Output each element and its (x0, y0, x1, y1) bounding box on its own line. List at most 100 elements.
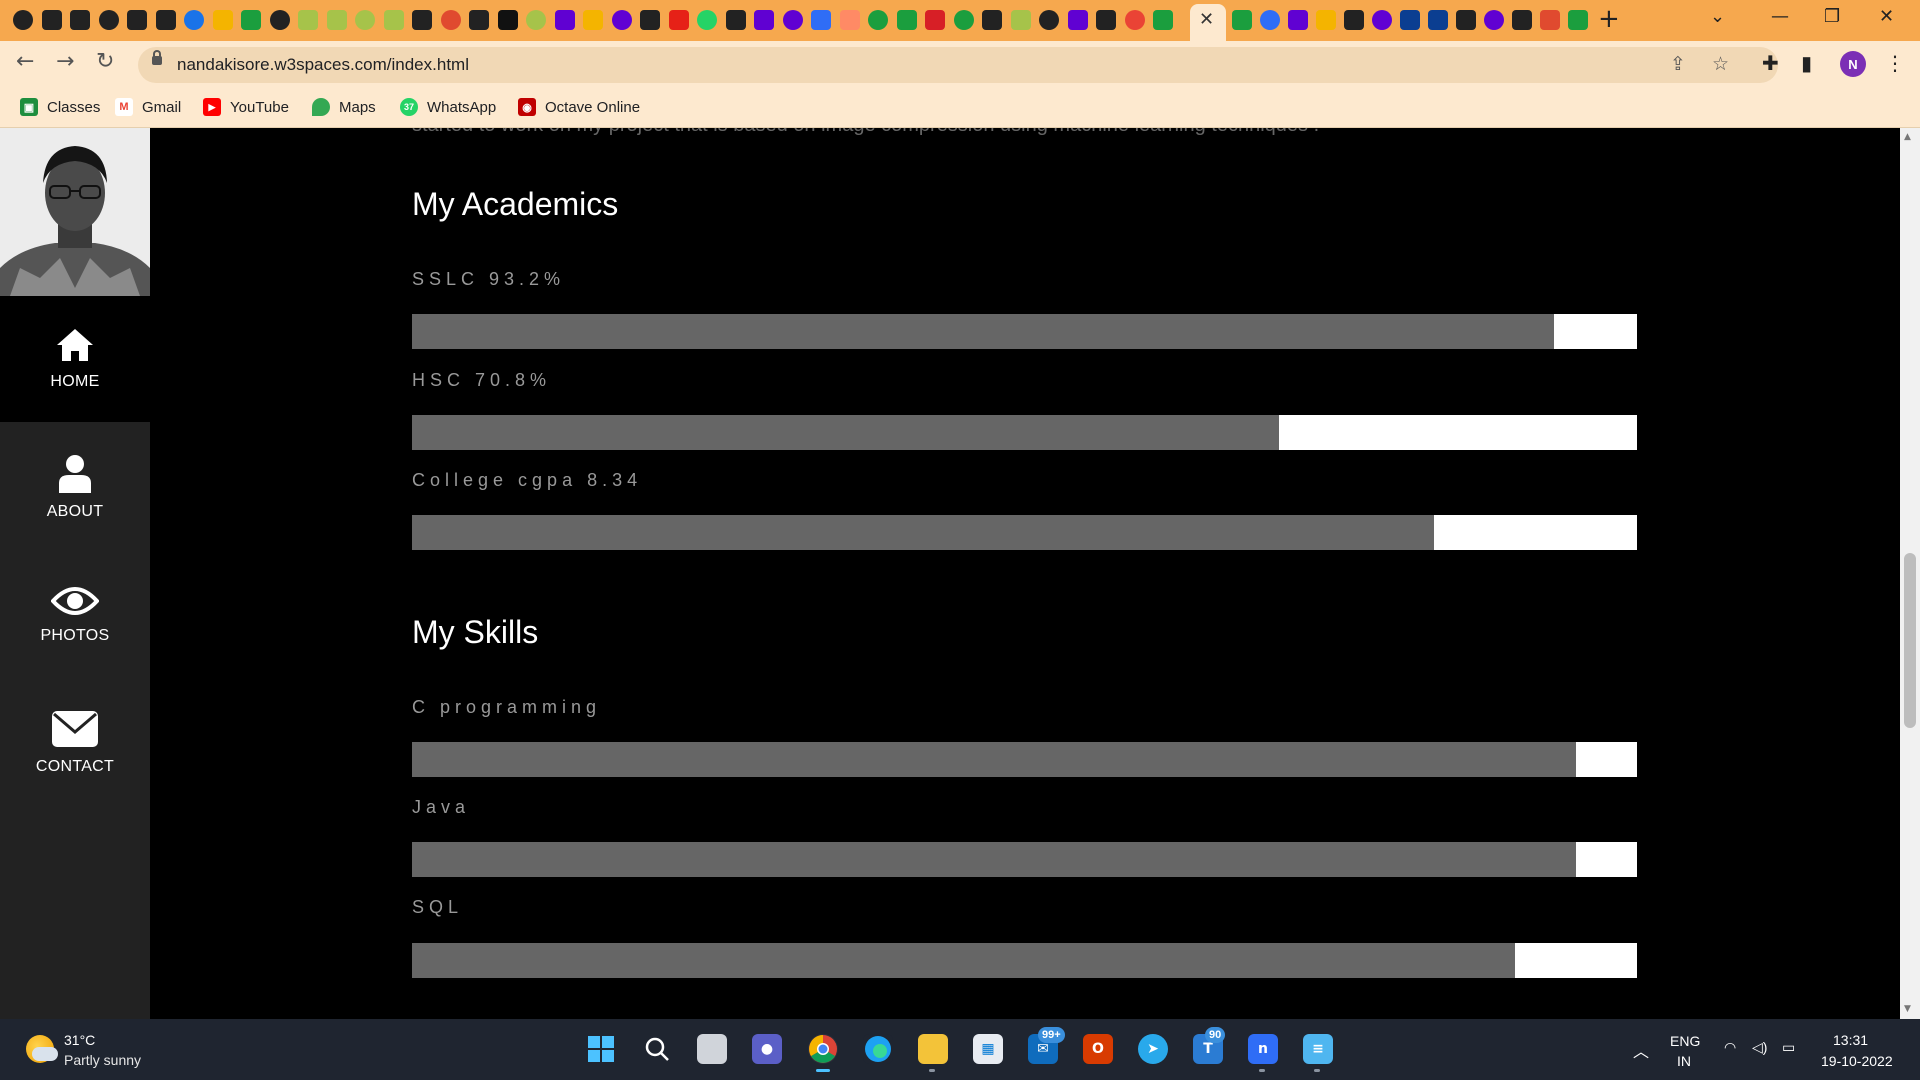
microsoft-store-icon[interactable]: ▦ (973, 1034, 1003, 1064)
tab-favicon-icon[interactable] (1568, 10, 1588, 30)
volume-icon[interactable]: ◁) (1752, 1039, 1767, 1056)
tab-favicon-icon[interactable] (868, 10, 888, 30)
tab-favicon-icon[interactable] (1124, 10, 1145, 30)
tab-favicon-icon[interactable] (13, 10, 33, 30)
region-label[interactable]: IN (1677, 1053, 1691, 1069)
tab-search-icon[interactable]: ⌄ (1710, 6, 1725, 27)
weather-condition[interactable]: Partly sunny (64, 1052, 141, 1068)
close-window-icon[interactable]: ✕ (1879, 6, 1894, 27)
clock-date[interactable]: 19-10-2022 (1821, 1053, 1893, 1069)
windows-start-icon[interactable] (586, 1034, 616, 1064)
tab-favicon-icon[interactable] (241, 10, 261, 30)
notion-n-icon[interactable]: n (1248, 1034, 1278, 1064)
tab-favicon-icon[interactable] (953, 10, 974, 30)
share-icon[interactable]: ⇪ (1670, 53, 1686, 75)
tab-favicon-icon[interactable] (697, 10, 717, 30)
scroll-up-icon[interactable]: ▲ (1904, 132, 1911, 142)
search-icon[interactable] (642, 1034, 672, 1064)
edge-icon[interactable] (863, 1034, 893, 1064)
tab-favicon-icon[interactable] (70, 10, 90, 30)
tab-favicon-icon[interactable] (212, 10, 233, 30)
reload-icon[interactable]: ↻ (96, 49, 114, 74)
tab-favicon-icon[interactable] (98, 10, 119, 30)
tab-favicon-icon[interactable] (269, 10, 290, 30)
tab-favicon-icon[interactable] (526, 10, 546, 30)
clock-time[interactable]: 13:31 (1833, 1032, 1868, 1048)
bookmark-octave-online[interactable]: ◉ Octave Online (518, 98, 640, 116)
bookmark-youtube[interactable]: ▶ YouTube (203, 98, 289, 116)
menu-icon[interactable]: ⋮ (1885, 51, 1905, 75)
tab-favicon-icon[interactable] (412, 10, 432, 30)
teams-chat-icon[interactable]: ● (752, 1034, 782, 1064)
tab-favicon-icon[interactable] (497, 10, 518, 30)
nav-about[interactable]: ABOUT (0, 424, 150, 550)
tab-favicon-icon[interactable] (811, 10, 831, 30)
nav-contact[interactable]: CONTACT (0, 680, 150, 806)
tab-favicon-icon[interactable] (1260, 10, 1280, 30)
tab-favicon-icon[interactable] (754, 10, 774, 30)
bookmark-classes[interactable]: ▣ Classes (20, 98, 100, 116)
notepad-icon[interactable]: ≡ (1303, 1034, 1333, 1064)
tab-favicon-icon[interactable] (925, 10, 945, 30)
tab-favicon-icon[interactable] (839, 10, 860, 30)
restore-icon[interactable]: ❐ (1824, 6, 1840, 27)
tab-favicon-icon[interactable] (184, 10, 204, 30)
side-panel-icon[interactable]: ▮ (1801, 51, 1812, 75)
tab-favicon-icon[interactable] (554, 10, 575, 30)
tab-favicon-icon[interactable] (127, 10, 147, 30)
tab-favicon-icon[interactable] (1153, 10, 1173, 30)
tab-favicon-icon[interactable] (1428, 10, 1448, 30)
tab-favicon-icon[interactable] (1372, 10, 1392, 30)
bookmark-gmail[interactable]: M Gmail (115, 98, 181, 116)
tab-favicon-icon[interactable] (1096, 10, 1116, 30)
tab-favicon-icon[interactable] (640, 10, 660, 30)
url-text[interactable]: nandakisore.w3spaces.com/index.html (177, 55, 469, 75)
tab-favicon-icon[interactable] (326, 10, 347, 30)
scroll-thumb[interactable] (1904, 553, 1916, 728)
tab-favicon-icon[interactable] (896, 10, 917, 30)
tab-favicon-icon[interactable] (611, 10, 632, 30)
tab-favicon-icon[interactable] (583, 10, 603, 30)
tray-chevron-icon[interactable]: ︿ (1633, 1038, 1649, 1062)
tab-favicon-icon[interactable] (469, 10, 489, 30)
tab-favicon-icon[interactable] (1512, 10, 1532, 30)
tab-favicon-icon[interactable] (355, 10, 375, 30)
tab-favicon-icon[interactable] (1010, 10, 1031, 30)
tab-favicon-icon[interactable] (1316, 10, 1336, 30)
bookmark-maps[interactable]: Maps (312, 98, 376, 116)
tab-favicon-icon[interactable] (1400, 10, 1420, 30)
minimize-icon[interactable]: — (1771, 6, 1789, 27)
tab-favicon-icon[interactable] (725, 10, 746, 30)
tab-favicon-icon[interactable] (668, 10, 689, 30)
tab-favicon-icon[interactable] (298, 10, 318, 30)
tab-favicon-icon[interactable] (155, 10, 176, 30)
tab-favicon-icon[interactable] (1484, 10, 1504, 30)
tab-favicon-icon[interactable] (1039, 10, 1059, 30)
tab-favicon-icon[interactable] (41, 10, 62, 30)
tab-favicon-icon[interactable] (1067, 10, 1088, 30)
lock-icon[interactable] (152, 50, 162, 65)
file-explorer-icon[interactable] (918, 1034, 948, 1064)
tab-close-icon[interactable]: ✕ (1199, 9, 1214, 30)
tab-favicon-icon[interactable] (1344, 10, 1364, 30)
tab-favicon-icon[interactable] (1540, 10, 1560, 30)
new-tab-button[interactable]: + (1598, 4, 1620, 34)
extensions-icon[interactable]: ✚ (1762, 51, 1779, 75)
battery-icon[interactable]: ▭ (1782, 1039, 1795, 1056)
page-scrollbar[interactable]: ▲ ▼ (1900, 128, 1920, 1019)
tab-favicon-icon[interactable] (1232, 10, 1252, 30)
tab-favicon-icon[interactable] (982, 10, 1002, 30)
back-icon[interactable]: ← (16, 49, 34, 74)
tab-favicon-icon[interactable] (1456, 10, 1476, 30)
bookmark-whatsapp[interactable]: 37 WhatsApp (400, 98, 496, 116)
weather-temp[interactable]: 31°C (64, 1032, 95, 1048)
telegram-icon[interactable]: ➤ (1138, 1034, 1168, 1064)
chrome-icon[interactable] (808, 1034, 838, 1064)
language-label[interactable]: ENG (1670, 1033, 1700, 1049)
wifi-icon[interactable]: ◠ (1724, 1039, 1736, 1056)
forward-icon[interactable]: → (56, 49, 74, 74)
tab-favicon-icon[interactable] (1288, 10, 1308, 30)
nav-home[interactable]: HOME (0, 296, 150, 422)
profile-avatar[interactable]: N (1840, 51, 1866, 77)
task-view-icon[interactable] (697, 1034, 727, 1064)
